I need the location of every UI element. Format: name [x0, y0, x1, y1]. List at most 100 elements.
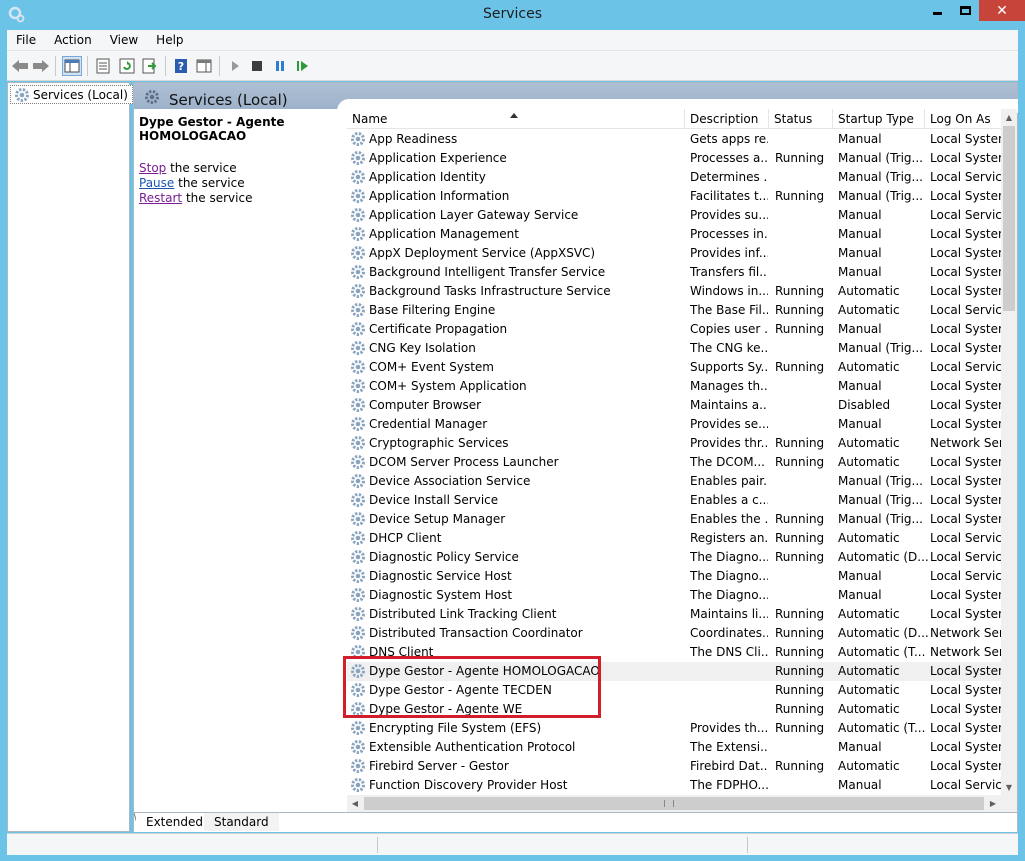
vertical-scroll-thumb[interactable]	[1003, 126, 1015, 311]
service-row[interactable]: COM+ System Application Manages th... Manu…	[347, 377, 1002, 396]
service-description: Processes in...	[690, 227, 768, 241]
service-row[interactable]: Application Layer Gateway Service Provide…	[347, 206, 1002, 225]
export-list-button[interactable]	[140, 56, 160, 76]
service-gear-icon	[350, 606, 366, 622]
column-header-label: Name	[352, 112, 388, 126]
service-row[interactable]: Computer Browser Maintains a... Disabled Lo…	[347, 396, 1002, 415]
minimize-button[interactable]	[923, 0, 951, 21]
scroll-up-icon[interactable]: ▲	[1001, 109, 1017, 125]
service-row[interactable]: Extensible Authentication Protocol The Ex…	[347, 738, 1002, 757]
service-row[interactable]: Distributed Link Tracking Client Maintain…	[347, 605, 1002, 624]
show-action-pane-button[interactable]	[194, 56, 214, 76]
service-startup-type: Manual	[838, 778, 882, 792]
service-row[interactable]: Credential Manager Provides se... Manual Lo…	[347, 415, 1002, 434]
service-startup-type: Automatic (T...	[838, 645, 926, 659]
service-row[interactable]: Application Identity Determines ... Manual…	[347, 168, 1002, 187]
service-status: Running	[775, 702, 825, 716]
service-row[interactable]: Dype Gestor - Agente TECDEN Running Automa…	[347, 681, 1002, 700]
restart-service-link[interactable]: Restart	[139, 191, 182, 205]
menu-file[interactable]: File	[7, 33, 45, 47]
vertical-scrollbar[interactable]: ▲ ▼	[1001, 109, 1017, 795]
service-row[interactable]: DNS Client The DNS Cli... Running Automatic…	[347, 643, 1002, 662]
service-row[interactable]: DHCP Client Registers an... Running Automat…	[347, 529, 1002, 548]
close-button[interactable]: ✕	[979, 0, 1025, 21]
service-name: App Readiness	[369, 132, 458, 146]
column-header-name[interactable]: Name	[347, 109, 685, 129]
service-row[interactable]: Base Filtering Engine The Base Fil... Runn…	[347, 301, 1002, 320]
refresh-button[interactable]	[117, 56, 137, 76]
service-row[interactable]: Dype Gestor - Agente WE Running Automatic L…	[347, 700, 1002, 719]
pause-service-button[interactable]	[270, 56, 290, 76]
service-row[interactable]: Dype Gestor - Agente HOMOLOGACAO Running A…	[347, 662, 1002, 681]
service-row[interactable]: Distributed Transaction Coordinator Coord…	[347, 624, 1002, 643]
service-row[interactable]: Diagnostic System Host The Diagno... Manua…	[347, 586, 1002, 605]
stop-service-button[interactable]	[247, 56, 267, 76]
column-header-status[interactable]: Status	[769, 109, 833, 129]
pause-service-link[interactable]: Pause	[139, 176, 174, 190]
service-log-on-as: Local Service	[930, 303, 1002, 317]
maximize-button[interactable]	[951, 0, 979, 21]
service-row[interactable]: Application Management Processes in... Man…	[347, 225, 1002, 244]
service-row[interactable]: AppX Deployment Service (AppXSVC) Provide…	[347, 244, 1002, 263]
back-button[interactable]	[10, 56, 30, 76]
service-log-on-as: Local System	[930, 474, 1002, 488]
service-row[interactable]: Certificate Propagation Copies user ... Ru…	[347, 320, 1002, 339]
service-row[interactable]: Device Setup Manager Enables the ... Runni…	[347, 510, 1002, 529]
scroll-left-icon[interactable]: ◀	[347, 795, 363, 812]
service-row[interactable]: App Readiness Gets apps re... Manual Local …	[347, 130, 1002, 149]
scroll-right-icon[interactable]: ▶	[985, 795, 1001, 812]
service-row[interactable]: Background Intelligent Transfer Service T…	[347, 263, 1002, 282]
restart-service-button[interactable]	[293, 56, 313, 76]
stop-service-link[interactable]: Stop	[139, 161, 166, 175]
stop-service-icon	[252, 61, 262, 71]
service-gear-icon	[350, 777, 366, 793]
service-startup-type: Manual (Trig...	[838, 151, 923, 165]
service-row[interactable]: Device Association Service Enables pair..…	[347, 472, 1002, 491]
service-log-on-as: Local System	[930, 379, 1002, 393]
horizontal-scroll-thumb[interactable]	[364, 797, 984, 810]
service-row[interactable]: COM+ Event System Supports Sy... Running Au…	[347, 358, 1002, 377]
scroll-down-icon[interactable]: ▼	[1001, 779, 1017, 795]
service-name: Device Install Service	[369, 493, 499, 507]
horizontal-scrollbar[interactable]: ◀ ▶	[347, 795, 1001, 812]
service-row[interactable]: CNG Key Isolation The CNG ke... Manual (Tr…	[347, 339, 1002, 358]
service-name: Distributed Link Tracking Client	[369, 607, 557, 621]
menu-help[interactable]: Help	[147, 33, 192, 47]
start-service-button[interactable]	[225, 56, 245, 76]
show-hide-console-tree-button[interactable]	[62, 56, 82, 76]
service-row[interactable]: Encrypting File System (EFS) Provides th.…	[347, 719, 1002, 738]
service-startup-type: Manual (Trig...	[838, 512, 923, 526]
service-row[interactable]: Application Information Facilitates t... R…	[347, 187, 1002, 206]
forward-button[interactable]	[31, 56, 51, 76]
service-gear-icon	[350, 207, 366, 223]
service-row[interactable]: DCOM Server Process Launcher The DCOM... R…	[347, 453, 1002, 472]
service-row[interactable]: Diagnostic Policy Service The Diagno... Ru…	[347, 548, 1002, 567]
service-row[interactable]: Cryptographic Services Provides thr... Run…	[347, 434, 1002, 453]
service-row[interactable]: Function Discovery Provider Host The FDPH…	[347, 776, 1002, 795]
service-startup-type: Manual	[838, 227, 882, 241]
service-description: Provides th...	[690, 721, 768, 735]
service-row[interactable]: Application Experience Processes a... Runn…	[347, 149, 1002, 168]
column-header-startup-type[interactable]: Startup Type	[833, 109, 925, 129]
close-icon: ✕	[996, 2, 1008, 19]
service-row[interactable]: Firebird Server - Gestor Firebird Dat... R…	[347, 757, 1002, 776]
service-gear-icon	[350, 416, 366, 432]
menu-view[interactable]: View	[101, 33, 147, 47]
service-description: Gets apps re...	[690, 132, 768, 146]
service-gear-icon	[350, 378, 366, 394]
service-row[interactable]: Device Install Service Enables a c... Manu…	[347, 491, 1002, 510]
column-header-log-on-as[interactable]: Log On As	[925, 109, 1001, 129]
column-header-description[interactable]: Description	[685, 109, 769, 129]
service-description: The Diagno...	[690, 569, 768, 583]
service-row[interactable]: Diagnostic Service Host The Diagno... Manu…	[347, 567, 1002, 586]
service-row[interactable]: Background Tasks Infrastructure Service W…	[347, 282, 1002, 301]
help-button[interactable]: ?	[171, 56, 191, 76]
tab-extended[interactable]: Extended	[136, 813, 213, 831]
title-bar: Services ✕	[0, 0, 1025, 30]
service-startup-type: Manual	[838, 246, 882, 260]
tree-item-services-local[interactable]: Services (Local)	[10, 85, 133, 104]
tab-standard[interactable]: Standard	[204, 813, 279, 831]
menu-action[interactable]: Action	[45, 33, 101, 47]
properties-button[interactable]	[93, 56, 113, 76]
scroll-corner	[1001, 795, 1017, 812]
